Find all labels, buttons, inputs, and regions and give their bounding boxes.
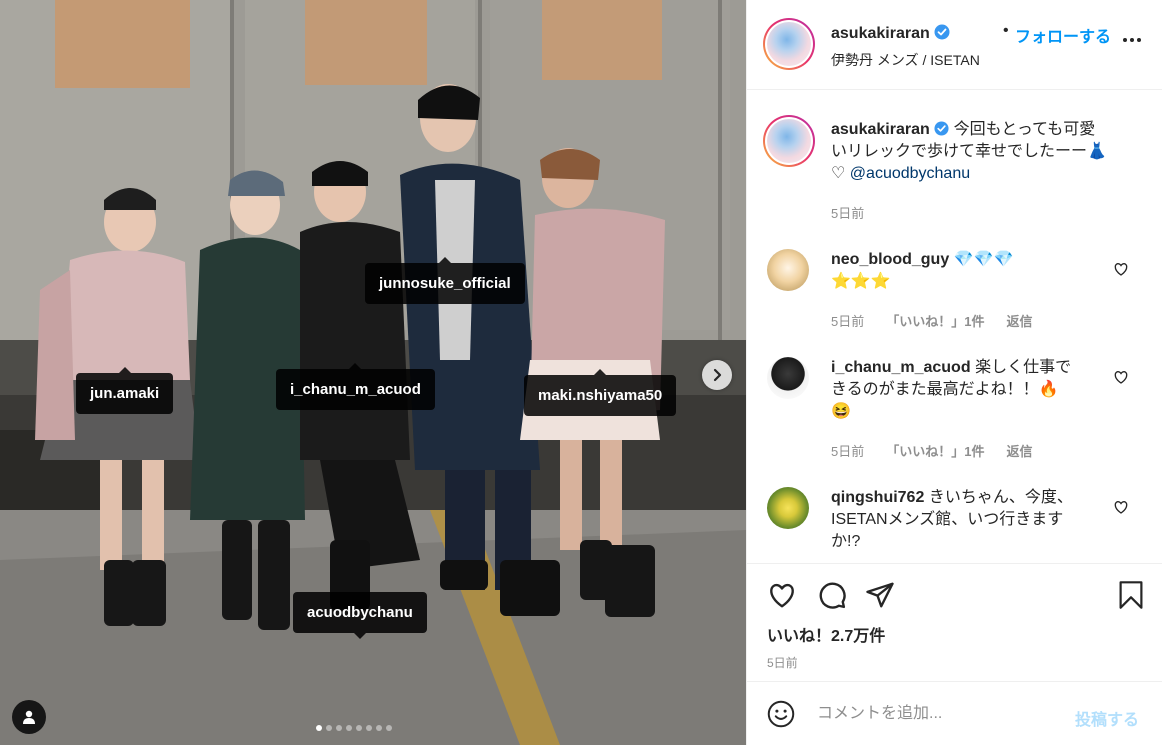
carousel-dot [356,725,362,731]
comment-input[interactable] [817,700,1067,728]
comment-body-2: きるのがまた最高だよね！！🔥 [831,381,1059,398]
comment-meta: 5日前 「いいね！」1件 返信 [831,441,1032,460]
comment-icon[interactable] [817,580,847,610]
author-username-text[interactable]: asukakiraran [831,25,930,42]
comment-username[interactable]: qingshui762 [831,489,924,506]
post-side-panel: asukakiraran • フォローする 伊勢丹 メンズ / ISETAN a… [746,0,1162,745]
carousel-dot [336,725,342,731]
user-tag-jun-amaki[interactable]: jun.amaki [76,367,174,414]
comment-text: i_chanu_m_acuod 楽しく仕事で きるのがまた最高だよね！！🔥 😆 [831,357,1121,423]
next-photo-button[interactable] [702,360,732,390]
carousel-indicator [316,725,392,731]
user-tag-label: junnosuke_official [379,275,511,292]
carousel-dot [316,725,322,731]
user-tag-label: jun.amaki [90,385,160,402]
comments-list: asukakiraran 今回もとっても可愛 いリレックで歩けて幸せでしたーー👗… [747,91,1162,563]
comment-like-heart-icon[interactable] [1113,369,1129,385]
caption-time[interactable]: 5日前 [831,203,864,222]
commenter-avatar[interactable] [767,357,809,399]
caption-line-1: 今回もとっても可愛 [953,121,1096,138]
tag-pointer [438,257,451,263]
comment-body: きいちゃん、今度、 [928,489,1073,506]
user-tag-i-chanu-m-acuod[interactable]: i_chanu_m_acuod [276,363,435,410]
verified-badge-icon [934,24,950,40]
comment-likes[interactable]: 「いいね！」1件 [886,314,984,329]
caption-mention[interactable]: @acuodbychanu [850,165,970,182]
share-icon[interactable] [865,580,895,610]
emoji-icon[interactable] [767,700,795,728]
comment-username[interactable]: neo_blood_guy [831,251,949,268]
comment-reply[interactable]: 返信 [1006,314,1032,329]
user-tag-label: i_chanu_m_acuod [290,381,421,398]
tag-pointer [594,369,607,375]
more-options-icon[interactable] [1123,38,1141,42]
caption-text: asukakiraran 今回もとっても可愛 いリレックで歩けて幸せでしたーー👗… [831,119,1121,185]
heart-icon[interactable] [767,580,797,610]
comment-likes[interactable]: 「いいね！」1件 [886,444,984,459]
show-tags-button[interactable] [12,700,46,734]
post-comment-button[interactable]: 投稿する [1075,706,1139,730]
like-count[interactable]: いいね！2.7万件 [767,622,885,646]
post-location[interactable]: 伊勢丹 メンズ / ISETAN [831,50,980,70]
user-tag-maki-nshiyama50[interactable]: maki.nshiyama50 [524,369,677,416]
comment-time[interactable]: 5日前 [831,314,864,329]
chevron-right-icon [713,368,722,382]
comment-reply[interactable]: 返信 [1006,444,1032,459]
carousel-dot [346,725,352,731]
user-icon [23,710,35,724]
tag-pointer [349,363,362,369]
post-date[interactable]: 5日前 [767,654,798,671]
caption-username[interactable]: asukakiraran [831,121,930,138]
comment-body-3: か!? [831,533,861,550]
carousel-dot [326,725,332,731]
caption-line-2: いリレックで歩けて幸せでしたーー👗 [831,143,1107,160]
follow-button[interactable]: フォローする [1015,23,1111,47]
instagram-post-view: jun.amaki i_chanu_m_acuod junnosuke_offi… [0,0,1162,745]
carousel-dot [386,725,392,731]
verified-badge-icon [934,121,949,136]
comment-body: 楽しく仕事で [975,359,1072,376]
user-tag-label: maki.nshiyama50 [538,387,663,404]
caption-heart: ♡ [831,165,846,182]
comment-like-heart-icon[interactable] [1113,499,1129,515]
comment-username[interactable]: i_chanu_m_acuod [831,359,971,376]
comment-body-3: 😆 [831,403,851,420]
post-photo[interactable]: jun.amaki i_chanu_m_acuod junnosuke_offi… [0,0,746,745]
comment-composer: 投稿する [747,681,1162,745]
carousel-dot [366,725,372,731]
commenter-avatar[interactable] [767,249,809,291]
comment-time[interactable]: 5日前 [831,444,864,459]
author-username[interactable]: asukakiraran [831,24,950,43]
tag-pointer [118,367,131,373]
commenter-avatar[interactable] [767,487,809,529]
user-tag-acuodbychanu[interactable]: acuodbychanu [293,592,427,639]
comment-body: 💎💎💎 [953,251,1014,268]
comment-body-2: ISETANメンズ館、いつ行きます [831,511,1064,528]
post-header: asukakiraran • フォローする 伊勢丹 メンズ / ISETAN [747,0,1162,90]
carousel-dot [376,725,382,731]
user-tag-junnosuke-official[interactable]: junnosuke_official [365,257,525,304]
comment-like-heart-icon[interactable] [1113,261,1129,277]
tag-pointer [353,633,366,639]
caption-avatar[interactable] [763,115,815,167]
author-avatar[interactable] [763,18,815,70]
comment-meta: 5日前 「いいね！」1件 返信 [831,311,1032,330]
comment-text: neo_blood_guy 💎💎💎 ⭐⭐⭐ [831,249,1121,293]
bookmark-icon[interactable] [1117,580,1145,610]
comment-text: qingshui762 きいちゃん、今度、 ISETANメンズ館、いつ行きます … [831,487,1121,553]
header-separator: • [1003,22,1009,39]
user-tag-label: acuodbychanu [307,604,413,621]
comment-body-2: ⭐⭐⭐ [831,273,891,290]
post-actions: いいね！2.7万件 5日前 [747,563,1162,681]
